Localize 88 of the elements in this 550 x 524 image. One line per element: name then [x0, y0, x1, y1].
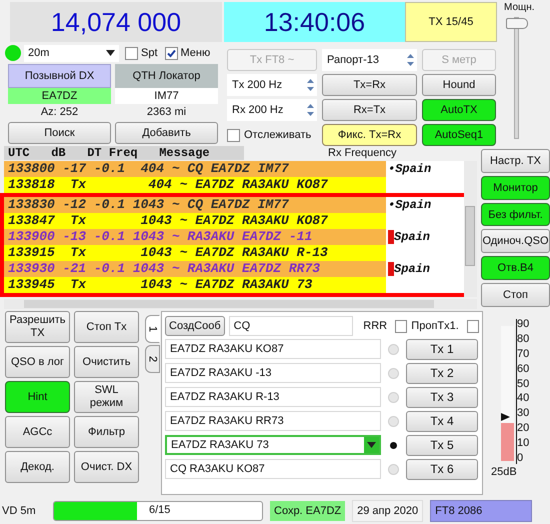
- action-button[interactable]: Декод.: [5, 451, 70, 483]
- control-button[interactable]: Tx=Rx: [322, 74, 417, 96]
- side-button[interactable]: Стоп: [481, 283, 550, 307]
- checkbox-label: ПропTx1.: [411, 320, 459, 332]
- dropdown-button[interactable]: [364, 437, 379, 453]
- status-text: 29 апр 2020: [352, 500, 424, 522]
- message-combobox[interactable]: EA7DZ RA3AKU 73: [165, 435, 381, 455]
- message-field[interactable]: EA7DZ RA3AKU R-13: [165, 387, 381, 407]
- action-button[interactable]: QSO в лог: [5, 346, 70, 378]
- country-text: Spain: [394, 230, 430, 244]
- side-button[interactable]: Монитор: [481, 176, 550, 200]
- dx-button[interactable]: Добавить: [115, 122, 218, 144]
- rx-frequency-spinbox[interactable]: Rx 200 Hz: [227, 99, 317, 121]
- side-button[interactable]: Настр. TX: [481, 149, 550, 173]
- table-header: UTC dB DT Freq Message: [4, 146, 244, 160]
- checkbox[interactable]: [395, 320, 408, 332]
- action-button[interactable]: Фильтр: [74, 416, 139, 448]
- action-button[interactable]: Hint: [5, 381, 70, 413]
- generate-button[interactable]: СоздСооб: [165, 316, 225, 336]
- panel-title: Rx Frequency: [328, 147, 396, 159]
- tx-button[interactable]: Tx 2: [406, 362, 478, 384]
- tab[interactable]: 1: [145, 315, 160, 343]
- locator-field[interactable]: IM77: [115, 88, 218, 104]
- spin-arrows-icon[interactable]: [306, 77, 315, 93]
- message-field[interactable]: EA7DZ RA3AKU KO87: [165, 339, 381, 359]
- tx-button[interactable]: Tx 3: [406, 386, 478, 408]
- country-text: •Spain: [388, 198, 432, 212]
- frequency-display: 14,074 000: [10, 2, 222, 42]
- distance-text: 2363 mi: [146, 105, 188, 120]
- control-button[interactable]: Hound: [422, 74, 496, 96]
- power-slider-thumb[interactable]: [506, 18, 528, 29]
- action-button[interactable]: Разрешить TX: [5, 311, 70, 343]
- horizontal-scrollbar[interactable]: [4, 299, 477, 309]
- control-button[interactable]: AutoTX: [422, 99, 496, 121]
- checkbox-label: Отслеживать: [244, 129, 312, 141]
- band-select[interactable]: 20m: [24, 44, 119, 62]
- meter-reading: 25dB: [491, 466, 518, 478]
- tx-button[interactable]: Tx 1: [406, 338, 478, 360]
- status-text: FT8 2086: [430, 500, 532, 522]
- report-spinbox[interactable]: Рапорт-13: [322, 49, 417, 71]
- radio-button[interactable]: [390, 442, 397, 448]
- message-field[interactable]: CQ: [228, 316, 354, 336]
- country-text: Spain: [394, 262, 430, 276]
- checkbox[interactable]: [227, 128, 240, 142]
- message-field[interactable]: EA7DZ RA3AKU -13: [165, 363, 381, 383]
- clock-display: 13:40:06: [224, 2, 405, 42]
- tx-frequency-spinbox[interactable]: Tx 200 Hz: [227, 74, 317, 96]
- action-button[interactable]: Очист. DX: [74, 451, 139, 483]
- caret-icon: [367, 442, 376, 448]
- tab[interactable]: 2: [145, 345, 160, 373]
- country-text: •Spain: [388, 162, 432, 176]
- status-text: VD 5m: [1, 504, 37, 519]
- dx-button[interactable]: Поиск: [8, 122, 111, 144]
- progress-text: 6/15: [149, 504, 170, 516]
- checkbox[interactable]: [164, 46, 178, 60]
- checkbox-label: Меню: [180, 47, 210, 59]
- message-field[interactable]: EA7DZ RA3AKU RR73: [165, 411, 381, 431]
- peak-marker-icon: [501, 413, 510, 421]
- action-button[interactable]: AGCc: [5, 416, 70, 448]
- dx-call-field[interactable]: EA7DZ: [8, 88, 111, 104]
- power-label: Мощн.: [504, 2, 536, 13]
- control-button[interactable]: Rx=Tx: [322, 99, 417, 121]
- tx-button[interactable]: Tx 6: [406, 458, 478, 480]
- message-field[interactable]: CQ RA3AKU KO87: [165, 459, 381, 479]
- tx-button[interactable]: Tx 4: [406, 410, 478, 432]
- tx-button[interactable]: Tx 5: [406, 434, 478, 456]
- action-button[interactable]: Очистить: [74, 346, 139, 378]
- vertical-scrollbar[interactable]: [464, 161, 477, 297]
- spin-arrows-icon[interactable]: [306, 102, 315, 118]
- column-header: QTH Локатор: [115, 64, 218, 88]
- checkbox-label: Spt: [141, 47, 158, 59]
- azimuth-text: Az: 252: [40, 105, 80, 120]
- control-button[interactable]: Фикс. Tx=Rx: [322, 124, 417, 146]
- column-header: Позывной DX: [8, 64, 111, 88]
- caret-icon: [106, 50, 115, 56]
- checkbox[interactable]: [466, 320, 479, 332]
- checkbox[interactable]: [125, 46, 138, 60]
- control-button[interactable]: AutoSeq1: [422, 124, 496, 146]
- side-button[interactable]: Отв.B4: [481, 256, 550, 280]
- spin-arrows-icon[interactable]: [406, 52, 415, 68]
- meter-scale: 90 80 70 60 50 40 30 20 10 0: [516, 319, 530, 464]
- action-button[interactable]: Стоп Tx: [74, 311, 139, 343]
- side-button[interactable]: Одиноч.QSO: [481, 229, 550, 254]
- side-button[interactable]: Без фильт.: [481, 202, 550, 226]
- checkbox-label: RRR: [363, 320, 388, 332]
- action-button[interactable]: SWL режим: [74, 381, 139, 413]
- status-text: Сохр. EA7DZ: [270, 501, 346, 521]
- tx-status: TX 15/45: [405, 2, 497, 42]
